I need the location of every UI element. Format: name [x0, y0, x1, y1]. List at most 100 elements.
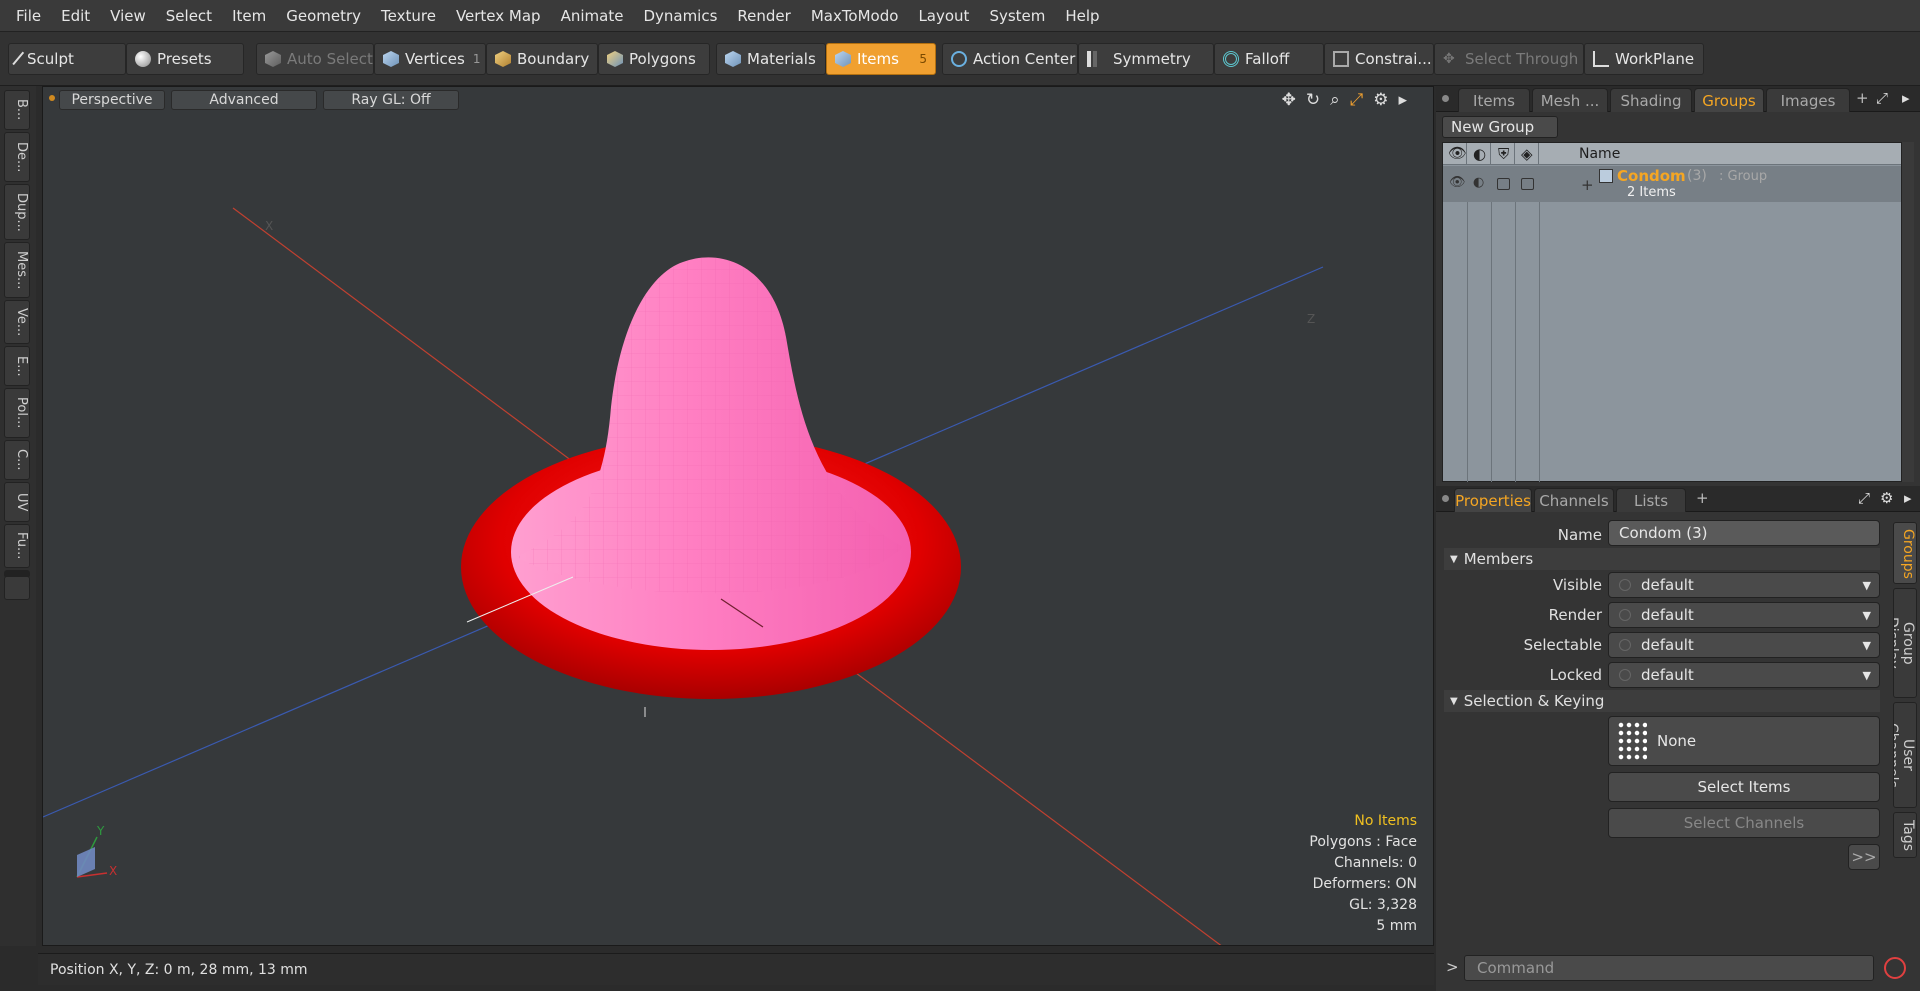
new-group-button[interactable]: New Group [1442, 116, 1558, 138]
action-center-button[interactable]: Action Center [942, 43, 1078, 75]
perspective-dropdown[interactable]: Perspective [59, 90, 165, 110]
auto-select-button[interactable]: Auto Select [256, 43, 374, 75]
side-tab-group-display[interactable]: Group Display [1893, 588, 1917, 698]
advanced-dropdown[interactable]: Advanced [171, 90, 317, 110]
left-tab-extra[interactable] [4, 576, 30, 600]
locked-dropdown[interactable]: default ▼ [1608, 662, 1880, 688]
raygl-toggle[interactable]: Ray GL: Off [323, 90, 459, 110]
command-input[interactable]: Command [1464, 955, 1874, 981]
select-through-button[interactable]: ✥ Select Through [1434, 43, 1584, 75]
visible-radio[interactable] [1619, 579, 1631, 591]
menu-render[interactable]: Render [727, 7, 800, 25]
viewport-more-icon[interactable]: ▸ [1398, 90, 1407, 110]
zoom-view-icon[interactable]: ⌕ [1330, 90, 1340, 110]
render-column-header[interactable]: ◐ [1467, 143, 1491, 164]
expand-properties-icon[interactable]: ⤢ [1858, 489, 1870, 507]
panel-menu-dot[interactable] [1442, 95, 1449, 102]
menu-file[interactable]: File [6, 7, 51, 25]
menu-select[interactable]: Select [156, 7, 222, 25]
left-tab-mesh-edit[interactable]: Mes... [4, 242, 30, 298]
row-render-toggle[interactable]: ◐ [1473, 175, 1484, 190]
left-tab-duplicate[interactable]: Dup... [4, 184, 30, 240]
menu-maxtomodo[interactable]: MaxToModo [801, 7, 909, 25]
tab-groups[interactable]: Groups [1694, 88, 1764, 112]
move-view-icon[interactable]: ✥ [1282, 90, 1296, 110]
visible-dropdown[interactable]: default ▼ [1608, 572, 1880, 598]
selectable-radio[interactable] [1619, 639, 1631, 651]
select-items-button[interactable]: Select Items [1608, 772, 1880, 802]
viewport-settings-icon[interactable]: ⚙ [1373, 90, 1388, 110]
tab-shading[interactable]: Shading [1610, 88, 1692, 112]
left-tab-curve[interactable]: C... [4, 440, 30, 480]
name-column-header[interactable]: Name [1579, 146, 1620, 162]
tab-items[interactable]: Items [1458, 88, 1530, 112]
properties-menu-dot[interactable] [1442, 495, 1449, 502]
tab-mesh[interactable]: Mesh ... [1532, 88, 1608, 112]
row-select-toggle[interactable] [1497, 178, 1510, 190]
rotate-view-icon[interactable]: ↻ [1306, 90, 1320, 110]
menu-animate[interactable]: Animate [551, 7, 634, 25]
visibility-column-header[interactable]: 👁 [1443, 143, 1467, 164]
select-column-header[interactable]: ⛨ [1491, 143, 1515, 164]
tab-lists[interactable]: Lists [1616, 488, 1686, 512]
side-tab-user-channels[interactable]: User Channels [1893, 702, 1917, 808]
tab-channels[interactable]: Channels [1534, 488, 1614, 512]
panel-more-icon[interactable]: ▸ [1902, 89, 1910, 107]
menu-view[interactable]: View [100, 7, 156, 25]
menu-texture[interactable]: Texture [371, 7, 446, 25]
left-tab-edge[interactable]: E... [4, 346, 30, 386]
constraints-button[interactable]: Constrai... [1324, 43, 1434, 75]
menu-vertex-map[interactable]: Vertex Map [446, 7, 551, 25]
lock-column-header[interactable]: ◈ [1515, 143, 1539, 164]
maximize-view-icon[interactable]: ⤢ [1350, 90, 1364, 110]
materials-button[interactable]: Materials [716, 43, 826, 75]
vertices-button[interactable]: Vertices 1 [374, 43, 486, 75]
list-scrollbar[interactable] [1902, 142, 1914, 482]
more-options-button[interactable]: >> [1848, 844, 1880, 870]
row-lock-toggle[interactable] [1521, 178, 1534, 190]
group-name-field[interactable]: Condom (3) [1608, 520, 1880, 546]
menu-help[interactable]: Help [1055, 7, 1109, 25]
menu-edit[interactable]: Edit [51, 7, 100, 25]
properties-more-icon[interactable]: ▸ [1904, 489, 1912, 507]
add-prop-tab-icon[interactable]: + [1696, 489, 1709, 507]
expand-group-icon[interactable]: + [1581, 176, 1594, 194]
left-tab-fusion[interactable]: Fu... [4, 524, 30, 568]
render-radio[interactable] [1619, 609, 1631, 621]
row-visibility-toggle[interactable]: 👁 [1449, 175, 1466, 190]
render-dropdown[interactable]: default ▼ [1608, 602, 1880, 628]
sculpt-button[interactable]: Sculpt [8, 43, 126, 75]
locked-radio[interactable] [1619, 669, 1631, 681]
tab-images[interactable]: Images [1766, 88, 1850, 112]
left-tab-deform[interactable]: De... [4, 132, 30, 182]
viewport-menu-dot[interactable] [49, 95, 55, 101]
members-section[interactable]: ▼ Members [1444, 548, 1880, 570]
left-tab-uv[interactable]: UV [4, 482, 30, 522]
left-tab-polygon[interactable]: Pol... [4, 388, 30, 438]
expand-panel-icon[interactable]: ⤢ [1876, 89, 1888, 107]
group-row-condom[interactable]: 👁 ◐ + Condom (3) : Group 2 Items [1443, 166, 1901, 202]
select-channels-button[interactable]: Select Channels [1608, 808, 1880, 838]
side-tab-groups[interactable]: Groups [1893, 522, 1917, 584]
properties-settings-icon[interactable]: ⚙ [1880, 489, 1893, 507]
left-tab-basic[interactable]: B... [4, 90, 30, 130]
menu-geometry[interactable]: Geometry [276, 7, 371, 25]
selection-keying-section[interactable]: ▼ Selection & Keying [1444, 690, 1880, 712]
falloff-button[interactable]: Falloff [1214, 43, 1324, 75]
boundary-button[interactable]: Boundary [486, 43, 598, 75]
menu-dynamics[interactable]: Dynamics [633, 7, 727, 25]
tab-properties[interactable]: Properties [1454, 488, 1532, 512]
menu-item[interactable]: Item [222, 7, 276, 25]
menu-layout[interactable]: Layout [908, 7, 979, 25]
selectable-dropdown[interactable]: default ▼ [1608, 632, 1880, 658]
items-button[interactable]: Items 5 [826, 43, 936, 75]
3d-viewport[interactable]: X Z Y X Perspective Advanced Ray GL: Off… [42, 86, 1434, 946]
workplane-button[interactable]: WorkPlane [1584, 43, 1704, 75]
side-tab-tags[interactable]: Tags [1893, 812, 1917, 858]
record-icon[interactable] [1884, 957, 1906, 979]
menu-system[interactable]: System [979, 7, 1055, 25]
presets-button[interactable]: Presets [126, 43, 244, 75]
add-tab-icon[interactable]: + [1856, 89, 1869, 107]
symmetry-button[interactable]: Symmetry [1078, 43, 1214, 75]
polygons-button[interactable]: Polygons [598, 43, 710, 75]
